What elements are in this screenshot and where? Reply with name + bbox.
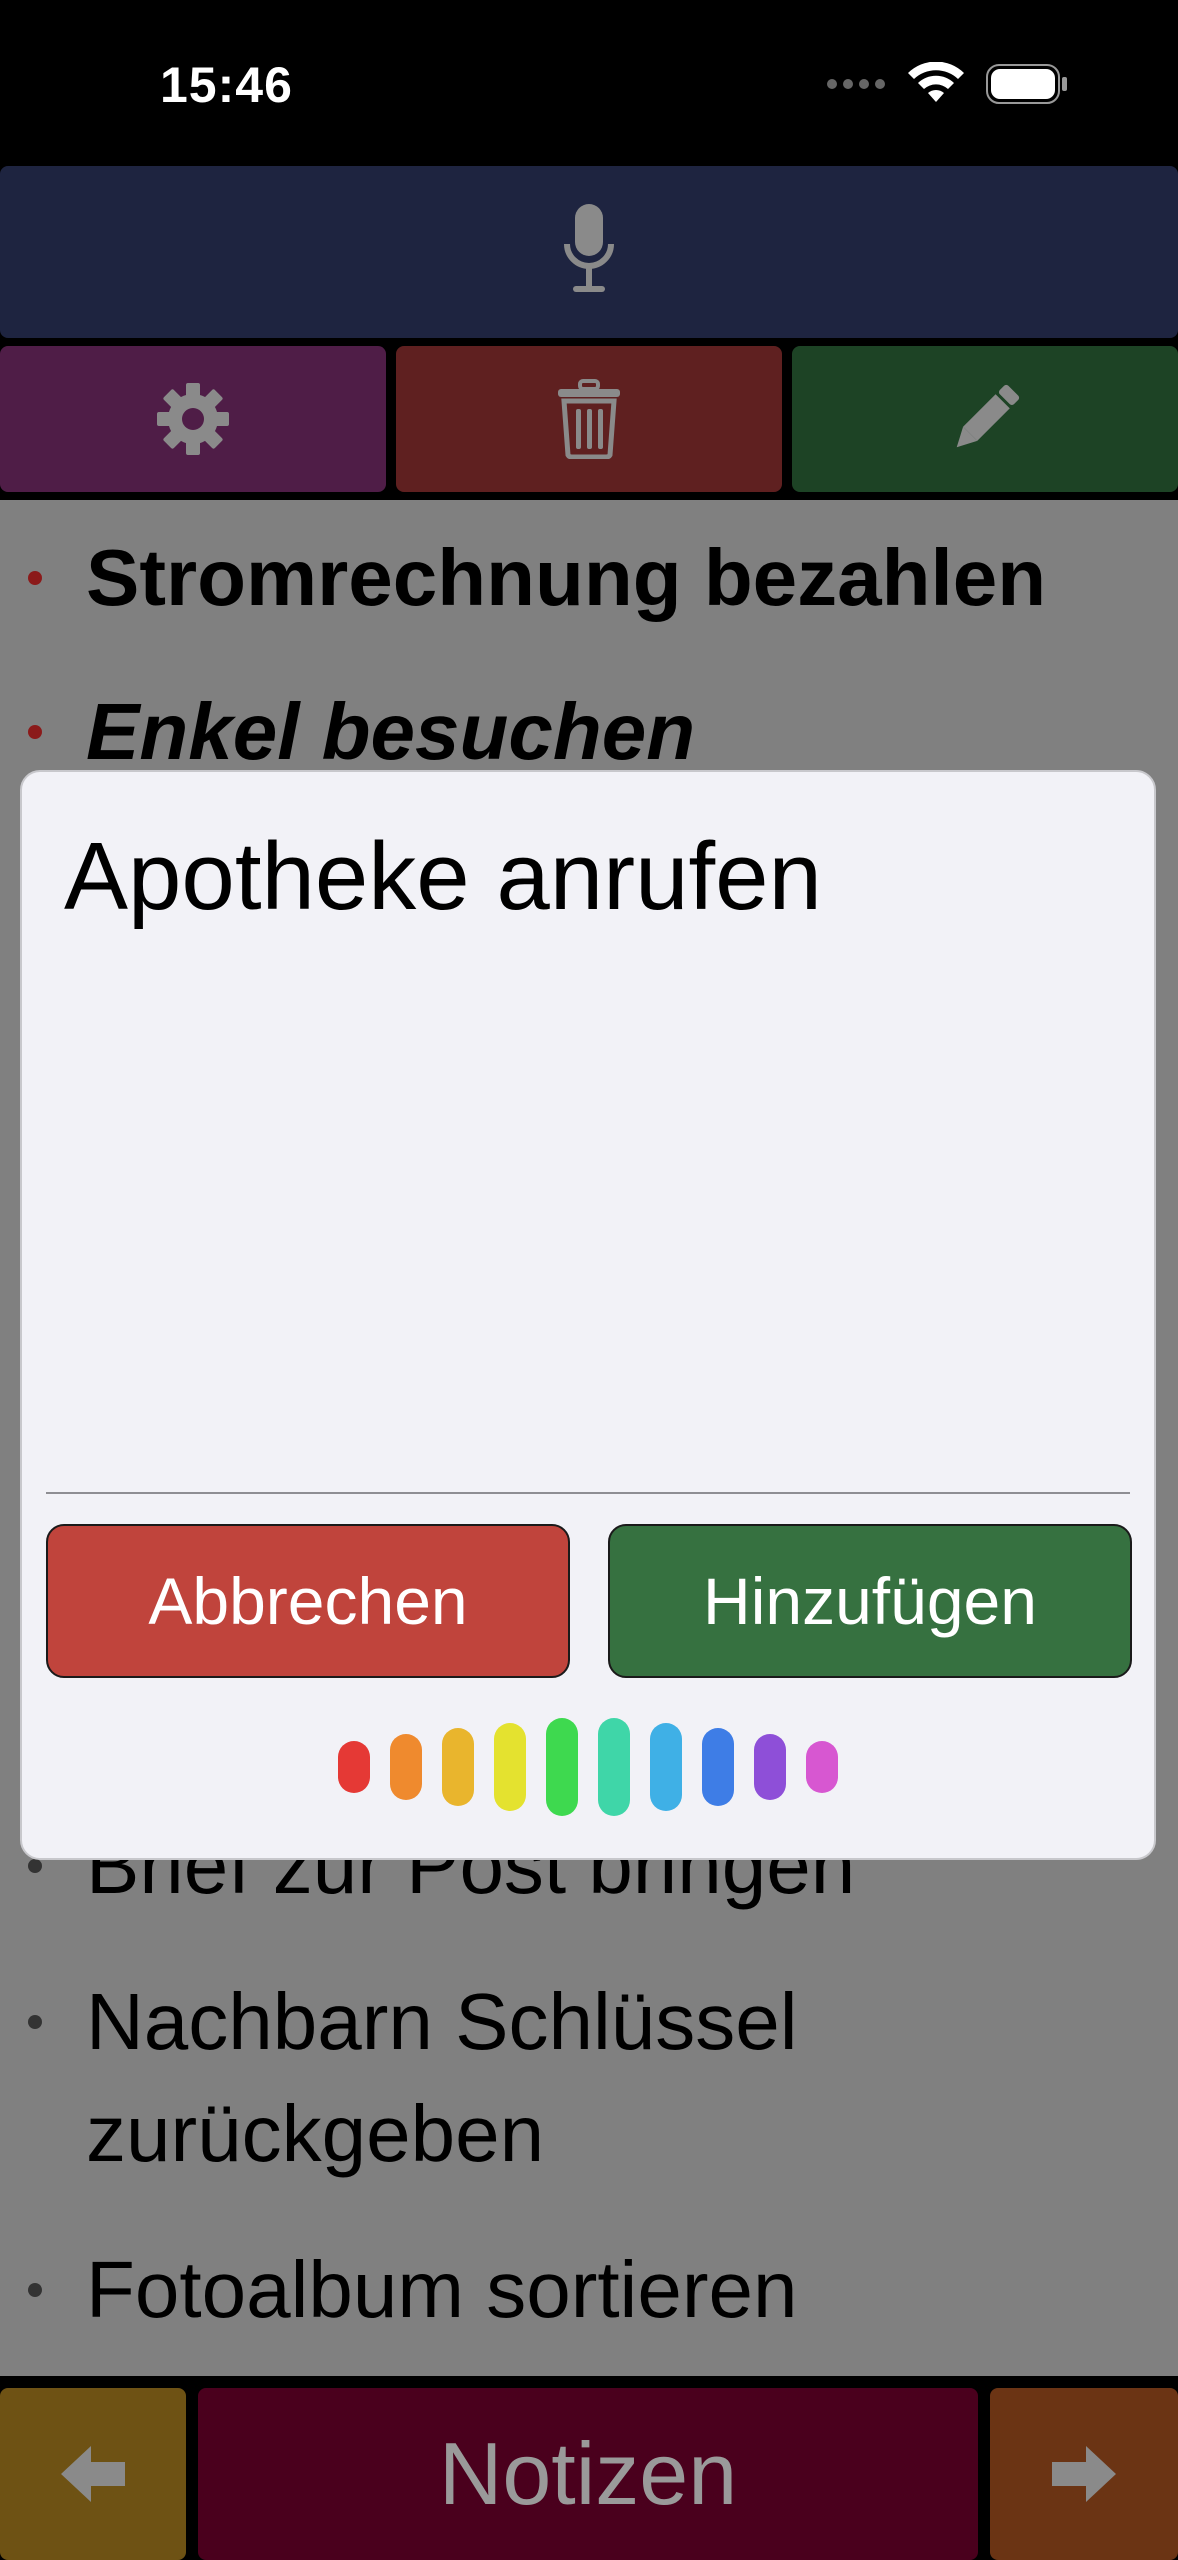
edit-button[interactable] (792, 346, 1178, 492)
cancel-button[interactable]: Abbrechen (46, 1524, 570, 1678)
toolbar (0, 346, 1178, 492)
voice-level-bar (806, 1741, 838, 1793)
voice-level-bar (442, 1728, 474, 1806)
arrow-left-icon (61, 2446, 125, 2502)
voice-level-bar (754, 1734, 786, 1800)
gear-icon (157, 383, 229, 455)
bullet-icon (28, 725, 42, 739)
delete-button[interactable] (396, 346, 782, 492)
signal-dots-icon (827, 79, 885, 89)
settings-button[interactable] (0, 346, 386, 492)
status-time: 15:46 (160, 57, 293, 113)
bullet-icon (28, 2015, 42, 2029)
add-note-dialog: Apotheke anrufen Abbrechen Hinzufügen (20, 770, 1156, 1860)
add-button[interactable]: Hinzufügen (608, 1524, 1132, 1678)
note-text-input[interactable]: Apotheke anrufen (64, 822, 822, 932)
voice-level-bar (598, 1718, 630, 1816)
wifi-icon (908, 62, 964, 102)
status-icons (826, 62, 1068, 106)
microphone-button[interactable] (0, 166, 1178, 338)
voice-level-bar (650, 1723, 682, 1811)
page-title: Notizen (198, 2388, 978, 2560)
trash-icon (558, 379, 620, 459)
bullet-icon (28, 2283, 42, 2297)
voice-level-bar (546, 1718, 578, 1816)
arrow-right-icon (1052, 2446, 1116, 2502)
battery-icon (986, 64, 1067, 104)
status-bar: 15:46 (0, 0, 1178, 166)
previous-button[interactable] (0, 2388, 186, 2560)
bottom-navigation: Notizen (0, 2378, 1178, 2560)
note-item[interactable]: Fotoalbum sortieren (86, 2234, 797, 2346)
voice-level-bar (702, 1728, 734, 1806)
pencil-icon (956, 384, 1020, 448)
voice-level-bar (494, 1723, 526, 1811)
voice-level-bar (390, 1734, 422, 1800)
next-button[interactable] (990, 2388, 1178, 2560)
bullet-icon (28, 1859, 42, 1873)
note-item[interactable]: Stromrechnung bezahlen (86, 522, 1046, 634)
dialog-divider (46, 1492, 1130, 1494)
voice-level-indicator (22, 1712, 1154, 1822)
note-item[interactable]: Nachbarn Schlüssel zurückgeben (86, 1966, 1086, 2190)
voice-level-bar (338, 1741, 370, 1793)
microphone-icon (564, 204, 614, 292)
bullet-icon (28, 571, 42, 585)
